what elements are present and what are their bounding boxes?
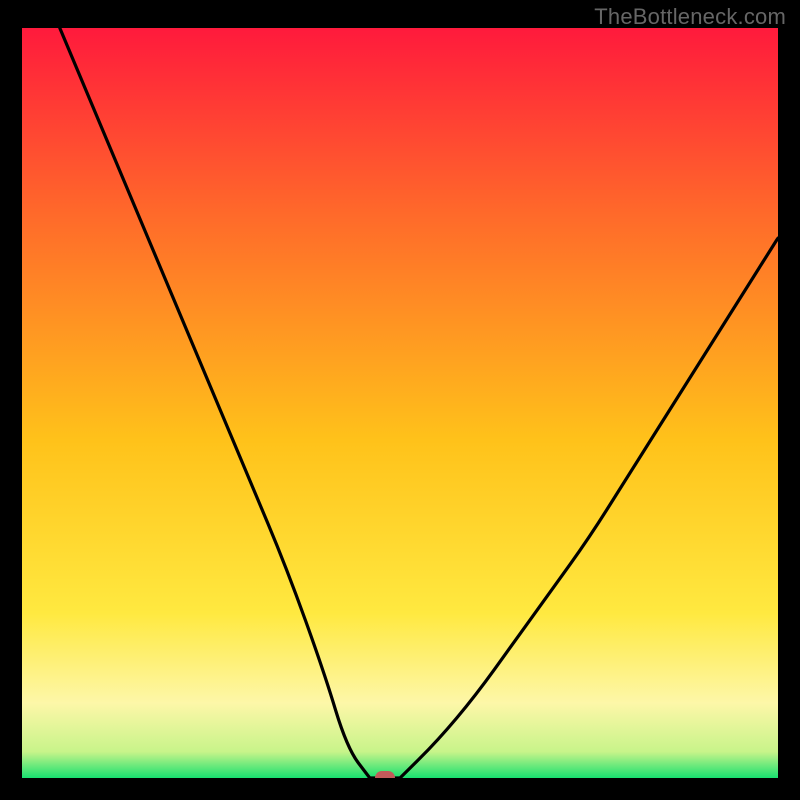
watermark-text: TheBottleneck.com — [594, 4, 786, 30]
plot-area — [22, 28, 778, 778]
chart-frame: TheBottleneck.com — [0, 0, 800, 800]
minimum-marker — [375, 771, 395, 778]
bottleneck-curve — [22, 28, 778, 778]
